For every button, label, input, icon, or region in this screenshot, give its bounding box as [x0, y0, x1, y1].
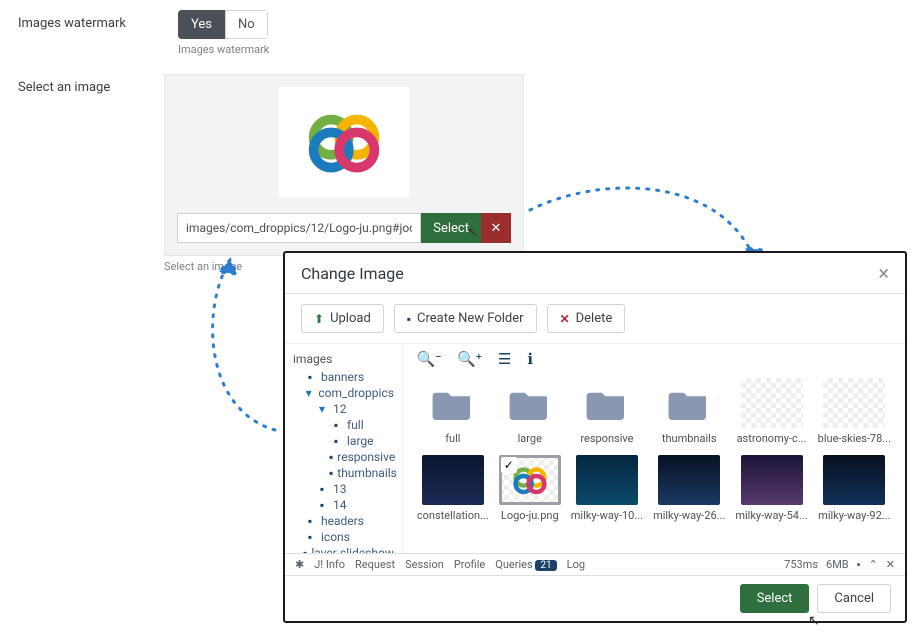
grid-item-label: blue-skies-78...: [818, 432, 891, 445]
watermark-toggle[interactable]: Yes No: [178, 10, 268, 39]
folder-icon: ▪: [315, 498, 329, 512]
debug-log[interactable]: Log: [567, 558, 585, 571]
chevron-up-icon[interactable]: ⌃: [869, 558, 878, 571]
debug-session[interactable]: Session: [405, 558, 444, 571]
select-image-label: Select an image: [18, 74, 164, 95]
folder-icon: ▪: [329, 466, 333, 480]
upload-icon: ⬆: [314, 312, 324, 326]
tree-item-14[interactable]: ▪14: [293, 497, 394, 513]
debug-time: 753ms: [784, 558, 818, 571]
delete-button[interactable]: ✕Delete: [547, 304, 626, 333]
folder-tree[interactable]: images ▪banners▾com_droppics▾12▪full▪lar…: [285, 344, 403, 553]
folder-icon: ▾: [303, 386, 314, 400]
close-icon[interactable]: ×: [878, 263, 889, 283]
toggle-no[interactable]: No: [225, 10, 268, 39]
debug-request[interactable]: Request: [355, 558, 395, 571]
image-path-input[interactable]: [177, 213, 421, 243]
grid-item-label: thumbnails: [653, 432, 725, 445]
watermark-helper: Images watermark: [178, 43, 524, 56]
change-image-modal: Change Image × ⬆Upload ▪Create New Folde…: [283, 251, 907, 623]
tree-item-12[interactable]: ▾12: [293, 401, 394, 417]
folder-icon: ▪: [303, 546, 307, 553]
debug-info[interactable]: J! Info: [314, 558, 345, 571]
grid-item[interactable]: milky-way-92...: [818, 455, 891, 522]
zoom-in-icon[interactable]: 🔍⁺: [457, 350, 482, 368]
debug-mem: 6MB: [826, 558, 849, 571]
grid-item-label: large: [499, 432, 561, 445]
zoom-out-icon[interactable]: 🔍⁻: [417, 350, 441, 368]
tree-item-13[interactable]: ▪13: [293, 481, 394, 497]
tree-item-full[interactable]: ▪full: [293, 417, 394, 433]
grid-item-label: Logo-ju.png: [499, 509, 561, 522]
tree-root[interactable]: images: [293, 352, 394, 369]
folder-icon: ▪: [329, 450, 333, 464]
grid-item[interactable]: ✓ Logo-ju.png: [499, 455, 561, 522]
clear-image-button[interactable]: ✕: [481, 213, 511, 243]
tree-item-icons[interactable]: ▪icons: [293, 529, 394, 545]
folder-icon: ▪: [407, 312, 411, 326]
tree-item-large[interactable]: ▪large: [293, 433, 394, 449]
info-icon[interactable]: ℹ: [527, 350, 533, 368]
grid-item[interactable]: milky-way-54...: [735, 455, 807, 522]
grid-item-label: constellation...: [417, 509, 489, 522]
modal-select-button[interactable]: Select: [740, 584, 810, 613]
tree-item-responsive[interactable]: ▪responsive: [293, 449, 394, 465]
watermark-label: Images watermark: [18, 10, 178, 31]
grid-item[interactable]: thumbnails: [653, 378, 725, 445]
upload-button[interactable]: ⬆Upload: [301, 304, 384, 333]
folder-icon: ▪: [303, 530, 317, 544]
tree-item-com_droppics[interactable]: ▾com_droppics: [293, 385, 394, 401]
tree-item-thumbnails[interactable]: ▪thumbnails: [293, 465, 394, 481]
new-folder-button[interactable]: ▪Create New Folder: [394, 304, 537, 333]
joomla-icon: ✱: [295, 558, 304, 571]
grid-item[interactable]: large: [499, 378, 561, 445]
grid-item[interactable]: milky-way-10...: [571, 455, 643, 522]
grid-item-label: astronomy-c...: [735, 432, 807, 445]
tree-item-layer-slideshow[interactable]: ▪layer-slideshow: [293, 545, 394, 553]
folder-icon: ▪: [329, 418, 343, 432]
folder-icon: ▪: [303, 370, 317, 384]
image-preview: [279, 87, 409, 197]
cursor-icon: ↖: [467, 225, 479, 241]
grid-item-label: milky-way-10...: [571, 509, 643, 522]
grid-item-label: milky-way-92...: [818, 509, 891, 522]
folder-icon: ▾: [315, 402, 329, 416]
file-grid: full large responsive thumbnails astronomy-c…: [403, 374, 905, 526]
folder-icon: ▪: [315, 482, 329, 496]
list-view-icon[interactable]: ☰: [498, 350, 511, 368]
grid-item[interactable]: milky-way-26...: [653, 455, 725, 522]
delete-icon: ✕: [560, 312, 570, 326]
tree-item-banners[interactable]: ▪banners: [293, 369, 394, 385]
debug-bar: ✱ J! Info Request Session Profile Querie…: [285, 553, 905, 575]
grid-item-label: milky-way-54...: [735, 509, 807, 522]
toggle-yes[interactable]: Yes: [178, 10, 225, 39]
grid-item-label: full: [417, 432, 489, 445]
grid-item-label: milky-way-26...: [653, 509, 725, 522]
modal-toolbar: ⬆Upload ▪Create New Folder ✕Delete: [285, 294, 905, 344]
close-icon[interactable]: ✕: [886, 558, 895, 571]
grid-item[interactable]: constellation...: [417, 455, 489, 522]
grid-item-label: responsive: [571, 432, 643, 445]
folder-icon: ▪: [329, 434, 343, 448]
cursor-icon: ↖: [808, 613, 820, 629]
debug-profile[interactable]: Profile: [454, 558, 485, 571]
debug-queries[interactable]: Queries 21: [495, 558, 556, 571]
folder-icon: ▪: [303, 514, 317, 528]
modal-cancel-button[interactable]: Cancel: [817, 584, 891, 613]
check-icon: ✓: [501, 457, 517, 473]
folder-icon[interactable]: ▪: [857, 558, 861, 571]
grid-item[interactable]: astronomy-c...: [735, 378, 807, 445]
grid-item[interactable]: full: [417, 378, 489, 445]
modal-title: Change Image: [301, 264, 404, 283]
grid-item[interactable]: blue-skies-78...: [818, 378, 891, 445]
grid-item[interactable]: responsive: [571, 378, 643, 445]
grid-tools: 🔍⁻ 🔍⁺ ☰ ℹ: [403, 344, 905, 374]
tree-item-headers[interactable]: ▪headers: [293, 513, 394, 529]
